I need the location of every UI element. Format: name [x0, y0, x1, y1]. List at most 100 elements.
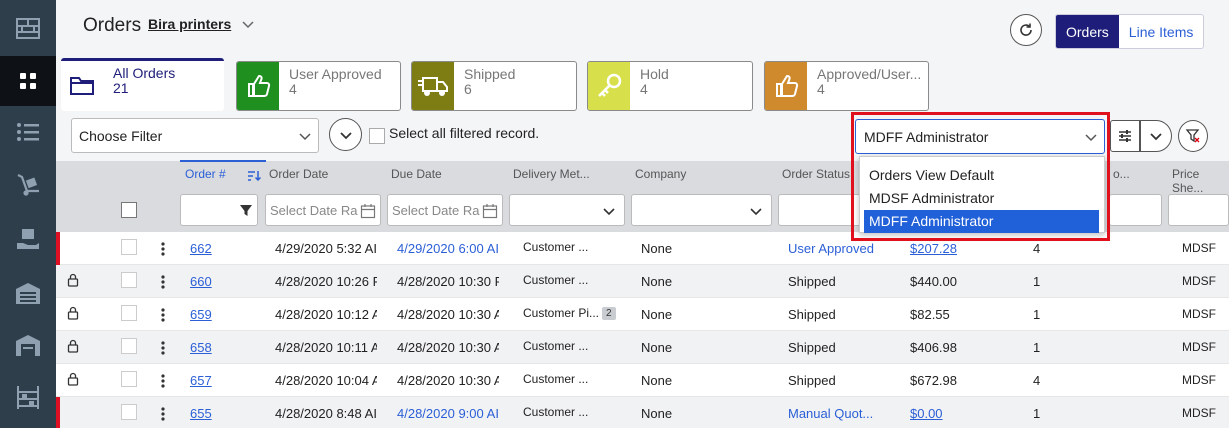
due-date-cell: 4/28/2020 10:30 A — [397, 307, 499, 322]
dropdown-option-orders-view-default[interactable]: Orders View Default — [860, 164, 1099, 187]
order-date-filter[interactable]: Select Date Ra — [265, 194, 381, 226]
orders-view-button[interactable]: Orders — [1056, 15, 1119, 48]
quantity-cell: 1 — [1033, 340, 1041, 355]
row-checkbox[interactable] — [121, 371, 137, 387]
order-number-link[interactable]: 657 — [190, 373, 212, 388]
sidebar-item-receiving[interactable] — [0, 214, 56, 264]
lock-icon — [66, 273, 80, 290]
row-checkbox[interactable] — [121, 305, 137, 321]
order-date-cell: 4/29/2020 5:32 AI — [275, 241, 377, 256]
company-filter[interactable] — [631, 194, 772, 226]
col-order-status[interactable]: Order Status — [782, 167, 850, 181]
order-total-cell: $406.98 — [910, 340, 957, 355]
order-number-link[interactable]: 658 — [190, 340, 212, 355]
table-row[interactable]: 655 4/28/2020 8:48 AI 4/28/2020 9:00 AI Cus… — [56, 397, 1229, 428]
due-date-filter[interactable]: Select Date Ra — [387, 194, 503, 226]
calendar-icon — [360, 204, 376, 219]
col-company[interactable]: Company — [635, 167, 686, 181]
chevron-down-icon — [299, 133, 311, 141]
sidebar-item-garage[interactable] — [0, 320, 56, 370]
row-checkbox[interactable] — [121, 338, 137, 354]
col-order-date[interactable]: Order Date — [269, 167, 328, 181]
company-cell: None — [641, 241, 673, 256]
row-menu-icon[interactable] — [160, 372, 166, 390]
sidebar-item-orders[interactable] — [0, 56, 56, 106]
dropdown-option-mdff-administrator[interactable]: MDFF Administrator — [864, 210, 1099, 233]
refresh-button[interactable] — [1010, 14, 1042, 46]
view-options-button[interactable] — [1140, 120, 1172, 152]
tab-count: 4 — [640, 81, 648, 97]
line-items-view-button[interactable]: Line Items — [1119, 15, 1204, 48]
order-total-cell[interactable]: $0.00 — [910, 406, 943, 421]
row-menu-icon[interactable] — [160, 306, 166, 324]
delivery-method-filter[interactable] — [509, 194, 625, 226]
view-toggle: Orders Line Items — [1055, 14, 1205, 49]
delivery-method-cell: Customer ... — [523, 405, 589, 419]
delivery-method-cell: Customer ... — [523, 240, 589, 254]
lock-icon — [66, 339, 80, 356]
row-menu-icon[interactable] — [160, 339, 166, 357]
sidebar-item-warehouse[interactable] — [0, 3, 56, 53]
tab-user-approved[interactable]: User Approved 4 — [236, 61, 401, 111]
dropdown-option-mdsf-administrator[interactable]: MDSF Administrator — [860, 187, 1099, 210]
order-number-filter[interactable] — [180, 194, 258, 226]
sidebar-item-rack[interactable] — [0, 372, 56, 422]
table-row[interactable]: 659 4/28/2020 10:12 A 4/28/2020 10:30 A Cus… — [56, 298, 1229, 331]
row-checkbox[interactable] — [121, 404, 137, 420]
key-icon — [598, 73, 622, 97]
row-checkbox[interactable] — [121, 239, 137, 255]
sort-desc-icon[interactable] — [247, 170, 261, 182]
quantity-cell: 1 — [1033, 307, 1041, 322]
column-settings-button[interactable] — [1110, 120, 1140, 152]
order-number-link[interactable]: 655 — [190, 406, 212, 421]
sidebar-item-handtruck[interactable] — [0, 160, 56, 210]
truck-icon — [418, 77, 448, 96]
partial-column-filter[interactable] — [1109, 194, 1162, 226]
tab-all-orders[interactable]: All Orders 21 — [61, 58, 224, 111]
order-number-link[interactable]: 662 — [190, 241, 212, 256]
due-date-cell: 4/28/2020 9:00 AI — [397, 406, 499, 421]
col-partial[interactable]: o... — [1113, 167, 1130, 181]
col-delivery-method[interactable]: Delivery Met... — [513, 167, 590, 181]
chevron-down-icon — [603, 208, 615, 216]
tab-approved-user[interactable]: Approved/User... 4 — [764, 61, 929, 111]
tab-hold[interactable]: Hold 4 — [587, 61, 753, 111]
priority-flag — [56, 397, 60, 428]
select-all-checkbox[interactable] — [369, 128, 385, 144]
chevron-down-icon — [1085, 134, 1097, 142]
select-all-rows-checkbox[interactable] — [121, 202, 137, 218]
row-menu-icon[interactable] — [160, 240, 166, 258]
company-selector[interactable]: Bira printers — [148, 16, 231, 32]
filter-select[interactable]: Choose Filter — [71, 118, 319, 153]
sidebar-item-storage[interactable] — [0, 268, 56, 318]
expand-filter-button[interactable] — [329, 118, 362, 151]
chevron-down-icon[interactable] — [240, 16, 256, 32]
tab-shipped[interactable]: Shipped 6 — [411, 61, 577, 111]
col-order-number[interactable]: Order # — [185, 167, 226, 181]
price-sheet-cell: MDSF — [1182, 406, 1216, 420]
col-price-sheet[interactable]: Price She... — [1172, 167, 1229, 195]
order-number-link[interactable]: 659 — [190, 307, 212, 322]
table-row[interactable]: 660 4/28/2020 10:26 F 4/28/2020 10:30 F Cus… — [56, 265, 1229, 298]
grid-view-select[interactable]: MDFF Administrator — [855, 119, 1105, 154]
company-cell: None — [641, 307, 673, 322]
clear-filter-button[interactable] — [1178, 120, 1208, 152]
due-date-cell: 4/29/2020 6:00 AI — [397, 241, 499, 256]
col-due-date[interactable]: Due Date — [391, 167, 442, 181]
row-checkbox[interactable] — [121, 272, 137, 288]
quantity-cell: 1 — [1033, 274, 1041, 289]
row-menu-icon[interactable] — [160, 405, 166, 423]
list-icon — [17, 123, 39, 141]
order-status-cell: Shipped — [788, 307, 836, 322]
price-sheet-filter[interactable] — [1168, 194, 1229, 226]
sidebar-item-list[interactable] — [0, 107, 56, 157]
hand-truck-icon — [17, 174, 39, 196]
table-row[interactable]: 657 4/28/2020 10:04 A 4/28/2020 10:30 A Cus… — [56, 364, 1229, 397]
order-status-filter[interactable] — [778, 194, 864, 226]
order-number-link[interactable]: 660 — [190, 274, 212, 289]
table-row[interactable]: 662 4/29/2020 5:32 AI 4/29/2020 6:00 AI Cus… — [56, 232, 1229, 265]
company-cell: None — [641, 340, 673, 355]
table-row[interactable]: 658 4/28/2020 10:11 A 4/28/2020 10:30 A Cus… — [56, 331, 1229, 364]
order-total-cell[interactable]: $207.28 — [910, 241, 957, 256]
row-menu-icon[interactable] — [160, 273, 166, 291]
